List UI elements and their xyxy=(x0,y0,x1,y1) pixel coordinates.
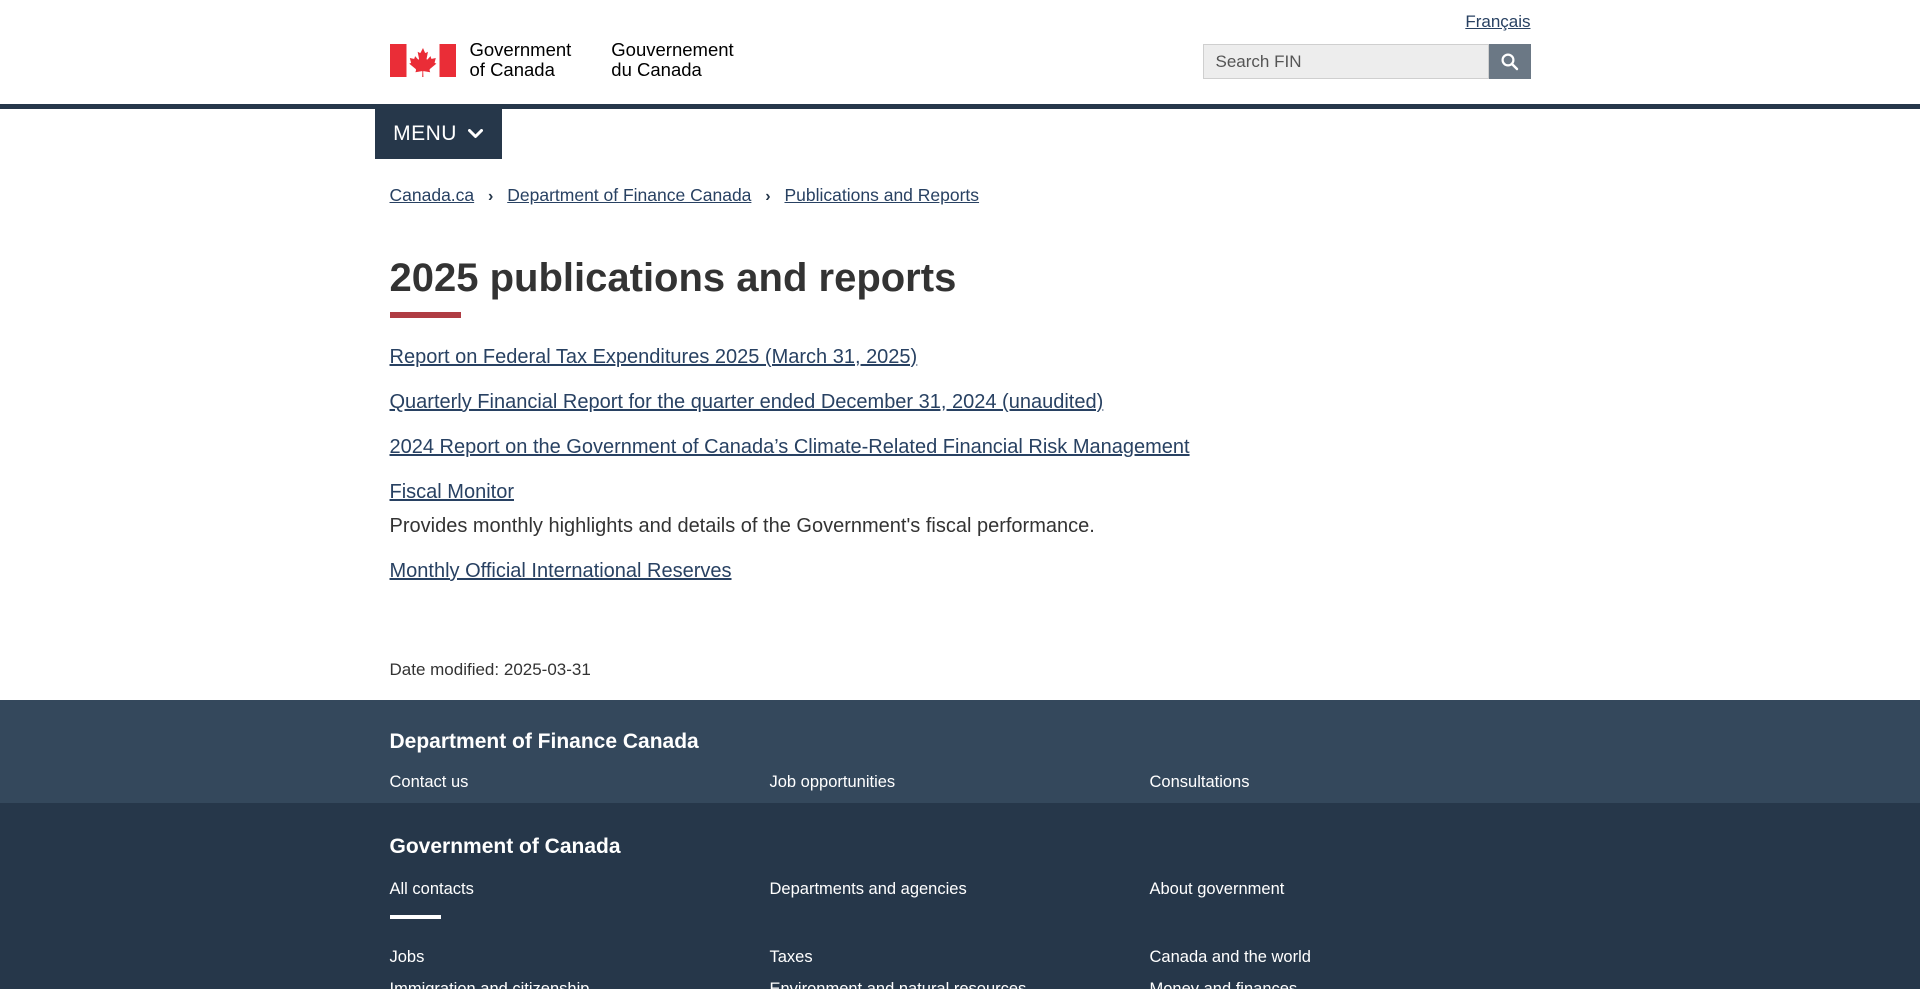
footer-link-about-government[interactable]: About government xyxy=(1150,879,1531,899)
date-modified-value: 2025-03-31 xyxy=(504,660,591,679)
footer-link-taxes[interactable]: Taxes xyxy=(770,947,1150,967)
quarterly-financial-report-link[interactable]: Quarterly Financial Report for the quart… xyxy=(390,391,1104,413)
menu-button-label: MENU xyxy=(393,122,457,146)
list-item: Monthly Official International Reserves xyxy=(390,558,1531,584)
logo-wordmark-french: Gouvernement du Canada xyxy=(611,40,733,80)
footer-link-departments-and-agencies[interactable]: Departments and agencies xyxy=(770,879,1150,899)
menu-button[interactable]: MENU xyxy=(375,109,502,159)
logo-wordmark-english: Government of Canada xyxy=(470,40,572,80)
footer-contextual-heading: Department of Finance Canada xyxy=(390,730,1531,754)
footer-link-environment-and-natural-resources[interactable]: Environment and natural resources xyxy=(770,979,1150,993)
footer-link-job-opportunities[interactable]: Job opportunities xyxy=(770,772,1150,792)
list-item: Fiscal Monitor Provides monthly highligh… xyxy=(390,479,1531,539)
footer-main-heading: Government of Canada xyxy=(390,835,1531,859)
footer-contextual-band: Department of Finance Canada Contact us … xyxy=(0,700,1920,803)
site-header: Français Government of Canada Gouverneme… xyxy=(0,0,1920,104)
breadcrumb-separator-icon: › xyxy=(488,188,493,205)
main-content: 2025 publications and reports Report on … xyxy=(390,256,1531,700)
date-modified: Date modified: 2025-03-31 xyxy=(390,660,1531,682)
footer-link-jobs[interactable]: Jobs xyxy=(390,947,770,967)
breadcrumb-link-publications-and-reports[interactable]: Publications and Reports xyxy=(784,185,979,205)
climate-risk-report-link[interactable]: 2024 Report on the Government of Canada’… xyxy=(390,436,1190,458)
canada-flag-icon xyxy=(390,44,456,77)
government-of-canada-logo[interactable]: Government of Canada Gouvernement du Can… xyxy=(390,40,734,80)
publications-list: Report on Federal Tax Expenditures 2025 … xyxy=(390,344,1531,584)
language-toggle-link[interactable]: Français xyxy=(1465,12,1530,31)
list-item: Report on Federal Tax Expenditures 2025 … xyxy=(390,344,1531,370)
search-button[interactable] xyxy=(1489,44,1531,79)
footer-link-all-contacts[interactable]: All contacts xyxy=(390,879,770,899)
footer-link-contact-us[interactable]: Contact us xyxy=(390,772,770,792)
breadcrumb-link-canada-ca[interactable]: Canada.ca xyxy=(390,185,475,205)
footer-link-canada-and-the-world[interactable]: Canada and the world xyxy=(1150,947,1531,967)
date-modified-label: Date modified: xyxy=(390,660,500,679)
footer-link-immigration-and-citizenship[interactable]: Immigration and citizenship xyxy=(390,979,770,993)
footer-divider-bar xyxy=(390,915,441,919)
site-footer: Department of Finance Canada Contact us … xyxy=(0,700,1920,989)
footer-link-money-and-finances[interactable]: Money and finances xyxy=(1150,979,1531,993)
footer-main-band: Government of Canada All contacts Depart… xyxy=(0,803,1920,989)
fiscal-monitor-link[interactable]: Fiscal Monitor xyxy=(390,481,514,503)
breadcrumb-separator-icon: › xyxy=(765,188,770,205)
footer-link-consultations[interactable]: Consultations xyxy=(1150,772,1531,792)
site-search xyxy=(1203,44,1531,79)
title-accent-bar xyxy=(390,312,461,318)
breadcrumb: Canada.ca › Department of Finance Canada… xyxy=(390,185,1531,206)
list-item: 2024 Report on the Government of Canada’… xyxy=(390,434,1531,460)
page-title: 2025 publications and reports xyxy=(390,256,1531,300)
search-icon xyxy=(1500,52,1519,71)
fiscal-monitor-description: Provides monthly highlights and details … xyxy=(390,513,1531,539)
search-input[interactable] xyxy=(1203,44,1489,79)
breadcrumb-link-department-of-finance[interactable]: Department of Finance Canada xyxy=(507,185,751,205)
report-federal-tax-expenditures-link[interactable]: Report on Federal Tax Expenditures 2025 … xyxy=(390,346,918,368)
chevron-down-icon xyxy=(468,129,483,139)
main-navigation: MENU xyxy=(0,104,1920,159)
list-item: Quarterly Financial Report for the quart… xyxy=(390,389,1531,415)
monthly-reserves-link[interactable]: Monthly Official International Reserves xyxy=(390,560,732,582)
